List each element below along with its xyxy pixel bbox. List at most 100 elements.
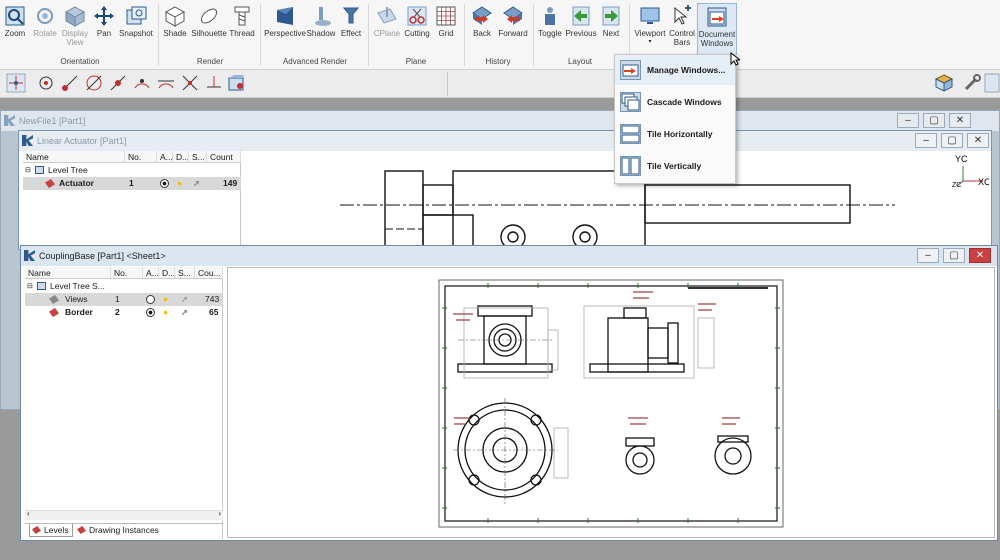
snap-center-icon[interactable]	[36, 73, 56, 93]
forward-button[interactable]: Forward	[496, 3, 530, 55]
grid-button[interactable]: Grid	[434, 3, 458, 55]
row-name: Views	[65, 294, 88, 304]
viewport-button[interactable]: Viewport ▾	[633, 3, 667, 55]
scroll-left-icon[interactable]: ‹	[27, 509, 30, 518]
thread-icon	[234, 6, 250, 26]
previous-label: Previous	[565, 29, 597, 38]
scroll-right-icon[interactable]: ›	[218, 509, 221, 518]
toolbar-more-icon[interactable]	[984, 73, 1000, 93]
pan-label: Pan	[96, 29, 112, 38]
maximize-button[interactable]: ▢	[943, 248, 965, 263]
snap-intersection-icon[interactable]	[180, 73, 200, 93]
menu-item-cascade-windows[interactable]: Cascade Windows	[615, 87, 735, 117]
col-d[interactable]: D...	[159, 267, 175, 279]
snap-endpoint-icon[interactable]	[60, 73, 80, 93]
col-name[interactable]: Name	[25, 267, 111, 279]
col-a[interactable]: A...	[143, 267, 159, 279]
shade-button[interactable]: Shade	[162, 3, 188, 55]
col-no[interactable]: No.	[111, 267, 143, 279]
coupling-titlebar[interactable]: CouplingBase [Part1] <Sheet1>	[21, 246, 997, 266]
snap-point-icon[interactable]	[6, 73, 26, 93]
col-count[interactable]: Count	[207, 151, 241, 163]
col-count[interactable]: Cou...	[195, 267, 223, 279]
tree-row[interactable]: ⊟ Level Tree	[23, 164, 241, 177]
horizontal-scrollbar[interactable]: ‹ ›	[25, 509, 223, 520]
back-button[interactable]: Back	[468, 3, 496, 55]
levels-icon	[32, 526, 41, 534]
tree-row-border[interactable]: Border 2 ● ➚ 65	[25, 306, 223, 319]
perspective-button[interactable]: Perspective	[264, 3, 306, 55]
actuator-titlebar[interactable]: Linear Actuator [Part1]	[19, 131, 991, 151]
control-bars-button[interactable]: Control Bars	[667, 3, 697, 55]
close-button[interactable]: ✕	[949, 113, 971, 128]
app-logo-icon	[24, 250, 35, 261]
thread-button[interactable]: Thread	[228, 3, 256, 55]
col-s[interactable]: S...	[175, 267, 195, 279]
cutting-button[interactable]: Cutting	[402, 3, 432, 55]
close-button[interactable]: ✕	[969, 248, 991, 263]
collapse-icon[interactable]: ⊟	[25, 164, 31, 177]
toggle-button[interactable]: Toggle	[536, 3, 564, 55]
select-arrow-icon[interactable]: ➚	[193, 177, 200, 190]
radio-icon[interactable]	[146, 295, 155, 304]
maximize-button[interactable]: ▢	[923, 113, 945, 128]
tile-vertically-icon	[620, 156, 641, 176]
shadow-button[interactable]: Shadow	[306, 3, 336, 55]
snap-tangent-icon[interactable]	[156, 73, 176, 93]
snap-perpendicular-icon[interactable]	[204, 73, 224, 93]
col-d[interactable]: D...	[173, 151, 189, 163]
display-view-button[interactable]: Display View	[60, 3, 90, 55]
menu-item-tile-horizontally[interactable]: Tile Horizontally	[615, 119, 735, 149]
pan-button[interactable]: Pan	[92, 3, 116, 55]
tab-levels[interactable]: Levels	[29, 524, 73, 537]
rotate-button[interactable]: Rotate	[30, 3, 60, 55]
lightbulb-icon[interactable]: ●	[177, 177, 182, 190]
tree-row[interactable]: ⊟ Level Tree S...	[25, 280, 223, 293]
previous-button[interactable]: Previous	[565, 3, 597, 55]
control-bars-icon	[674, 5, 691, 25]
menu-item-tile-vertically[interactable]: Tile Vertically	[615, 151, 735, 181]
effect-button[interactable]: Effect	[338, 3, 364, 55]
tab-drawing-instances[interactable]: Drawing Instances	[75, 524, 165, 537]
lightbulb-icon[interactable]: ●	[163, 306, 168, 319]
close-button[interactable]: ✕	[967, 133, 989, 148]
zoom-button[interactable]: Zoom	[2, 3, 28, 55]
minimize-button[interactable]: –	[915, 133, 937, 148]
collapse-icon[interactable]: ⊟	[27, 280, 33, 293]
snap-object-icon[interactable]	[226, 73, 246, 93]
linear-actuator-window[interactable]: Linear Actuator [Part1] – ▢ ✕ Name No. A…	[18, 130, 992, 250]
active-radio-icon[interactable]	[146, 308, 155, 317]
active-radio-icon[interactable]	[160, 179, 169, 188]
wrench-icon[interactable]	[962, 73, 982, 93]
layout-group-label: Layout	[567, 57, 593, 66]
silhouette-button[interactable]: Silhouette	[190, 3, 228, 55]
col-name[interactable]: Name	[23, 151, 125, 163]
back-icon	[472, 6, 492, 25]
minimize-button[interactable]: –	[917, 248, 939, 263]
toggle-icon	[545, 7, 555, 25]
snap-quadrant-icon[interactable]	[132, 73, 152, 93]
col-s[interactable]: S...	[189, 151, 207, 163]
lightbulb-icon[interactable]: ●	[163, 293, 168, 306]
document-windows-button[interactable]: Document Windows	[697, 3, 737, 55]
snap-midpoint-icon[interactable]	[108, 73, 128, 93]
minimize-button[interactable]: –	[897, 113, 919, 128]
tree-row-views[interactable]: Views 1 ● ➚ 743	[25, 293, 223, 306]
select-arrow-icon[interactable]: ➚	[181, 293, 188, 306]
tree-row-actuator[interactable]: Actuator 1 ● ➚ 149	[23, 177, 241, 190]
snapshot-button[interactable]: Snapshot	[118, 3, 154, 55]
drawing-canvas[interactable]	[227, 267, 995, 538]
newfile-titlebar[interactable]: NewFile1 [Part1]	[1, 111, 999, 131]
actuator-level-tree: Name No. A... D... S... Count ⊟ Level Tr…	[23, 151, 241, 247]
select-arrow-icon[interactable]: ➚	[181, 306, 188, 319]
col-a[interactable]: A...	[157, 151, 173, 163]
next-button[interactable]: Next	[598, 3, 624, 55]
layer-cube-icon[interactable]	[934, 73, 954, 93]
menu-item-manage-windows[interactable]: Manage Windows...	[615, 55, 735, 85]
coupling-base-window[interactable]: CouplingBase [Part1] <Sheet1> – ▢ ✕ Name…	[20, 245, 998, 541]
snap-arc-center-icon[interactable]	[84, 73, 104, 93]
cplane-button[interactable]: CPlane	[372, 3, 402, 55]
col-no[interactable]: No.	[125, 151, 157, 163]
tab-drawing-instances-label: Drawing Instances	[89, 525, 159, 535]
maximize-button[interactable]: ▢	[941, 133, 963, 148]
